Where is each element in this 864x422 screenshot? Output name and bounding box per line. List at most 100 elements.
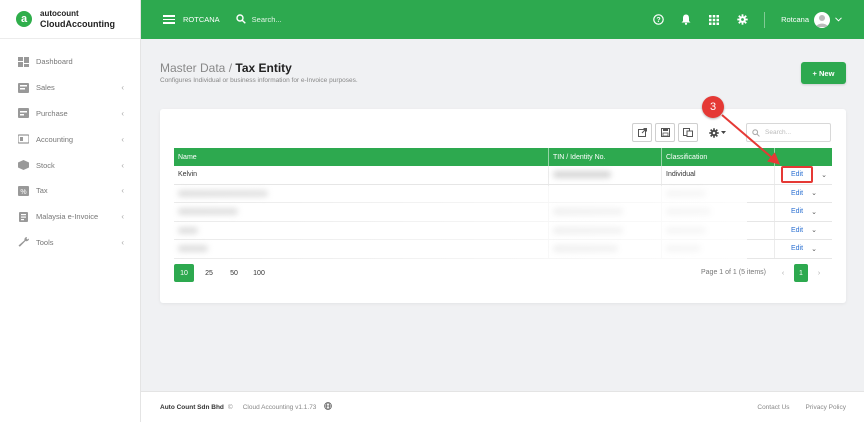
chevron-down-icon[interactable]: ⌄	[811, 245, 817, 253]
wrench-icon	[18, 237, 29, 248]
logo-badge: a	[16, 11, 32, 27]
chevron-down-icon[interactable]: ⌄	[811, 189, 817, 197]
page-size-option[interactable]: 100	[249, 264, 269, 282]
sidebar-item-accounting[interactable]: Accounting ‹	[0, 126, 140, 152]
columns-icon	[683, 128, 693, 137]
hamburger-menu-icon[interactable]	[163, 15, 175, 24]
purchase-icon	[18, 108, 29, 119]
chevron-left-icon: ‹	[121, 160, 124, 170]
sales-icon	[18, 82, 29, 93]
table-header: Name TIN / Identity No. Classification	[174, 148, 832, 166]
apps-grid-icon[interactable]	[708, 14, 720, 26]
accounting-icon	[18, 134, 29, 144]
sidebar-item-label: Dashboard	[36, 57, 73, 67]
sidebar-item-label: Malaysia e-Invoice	[36, 212, 99, 222]
column-header-classification[interactable]: Classification	[662, 148, 775, 166]
cell-name: Kelvin	[174, 166, 549, 184]
cell-name	[174, 240, 549, 258]
sidebar-item-label: Tools	[36, 237, 54, 247]
bell-icon[interactable]	[680, 14, 692, 26]
page-size-option[interactable]: 10	[174, 264, 194, 282]
footer-version: Cloud Accounting v1.1.73	[242, 403, 317, 411]
sidebar-nav: Dashboard Sales ‹ Purchase ‹ Accounting …	[0, 39, 140, 255]
next-page-icon[interactable]: ›	[813, 270, 825, 277]
header-search-input[interactable]	[251, 15, 452, 24]
table-search-input[interactable]	[765, 129, 825, 136]
pager: ‹ 1 ›	[777, 264, 825, 282]
table-row[interactable]: Edit ⌄	[174, 203, 832, 222]
chevron-left-icon: ‹	[121, 83, 124, 93]
contact-us-link[interactable]: Contact Us	[757, 404, 789, 411]
chevron-down-icon[interactable]: ⌄	[821, 171, 827, 179]
footer-company: Auto Count Sdn Bhd	[160, 403, 224, 411]
table-row[interactable]: Edit ⌄	[174, 184, 832, 203]
edit-button[interactable]: Edit	[791, 190, 803, 197]
cell-classification	[662, 240, 775, 258]
sidebar-item-label: Purchase	[36, 108, 68, 118]
table-search[interactable]	[746, 123, 831, 142]
cell-name	[174, 203, 549, 221]
settings-gear-icon[interactable]	[736, 14, 748, 26]
page-number[interactable]: 1	[794, 264, 808, 282]
sidebar-item-purchase[interactable]: Purchase ‹	[0, 101, 140, 127]
logo-top-text: autocount	[40, 9, 79, 18]
column-header-name[interactable]: Name	[174, 148, 549, 166]
page-title: Tax Entity	[235, 61, 292, 75]
page-size-option[interactable]: 25	[199, 264, 219, 282]
cell-tin	[549, 166, 662, 184]
chevron-down-icon[interactable]: ⌄	[811, 208, 817, 216]
chevron-down-icon	[835, 15, 842, 24]
table-row[interactable]: Edit ⌄	[174, 221, 832, 240]
help-icon[interactable]: ?	[652, 14, 664, 26]
cell-classification	[662, 203, 775, 221]
cell-actions: Edit ⌄	[775, 166, 832, 184]
search-icon[interactable]	[235, 13, 246, 26]
export-button[interactable]	[632, 123, 652, 142]
table-settings-button[interactable]	[704, 123, 730, 142]
user-name: Rotcana	[781, 15, 809, 24]
logo-bottom-text: CloudAccounting	[40, 19, 115, 29]
einvoice-icon	[18, 211, 29, 222]
page-subtitle: Configures Individual or business inform…	[160, 77, 358, 84]
column-chooser-button[interactable]	[678, 123, 698, 142]
chevron-down-icon[interactable]: ⌄	[811, 226, 817, 234]
new-button[interactable]: + New	[801, 62, 846, 84]
sidebar-item-label: Accounting	[36, 134, 74, 144]
chevron-left-icon: ‹	[121, 186, 124, 196]
app-logo[interactable]: a autocount CloudAccounting	[0, 0, 140, 39]
cell-classification	[662, 184, 775, 202]
page-size-option[interactable]: 50	[224, 264, 244, 282]
caret-down-icon	[720, 131, 726, 134]
save-layout-button[interactable]	[655, 123, 675, 142]
tax-entity-table: Name TIN / Identity No. Classification K…	[174, 148, 832, 259]
breadcrumb-parent[interactable]: Master Data	[160, 61, 225, 75]
cell-classification: Individual	[662, 166, 775, 184]
edit-button[interactable]: Edit	[791, 208, 803, 215]
user-menu[interactable]: Rotcana	[781, 11, 842, 28]
table-row[interactable]: Edit ⌄	[174, 240, 832, 259]
chevron-left-icon: ‹	[121, 237, 124, 247]
export-icon	[637, 128, 647, 137]
prev-page-icon[interactable]: ‹	[777, 270, 789, 277]
cell-tin	[549, 184, 662, 202]
dashboard-icon	[18, 56, 29, 67]
table-row[interactable]: Kelvin Individual Edit ⌄	[174, 166, 832, 185]
svg-text:?: ?	[656, 17, 660, 24]
sidebar-item-dashboard[interactable]: Dashboard	[0, 49, 140, 75]
sidebar-item-sales[interactable]: Sales ‹	[0, 75, 140, 101]
header-divider	[764, 11, 766, 28]
cell-actions: Edit ⌄	[775, 203, 832, 221]
sidebar-item-stock[interactable]: Stock ‹	[0, 152, 140, 178]
breadcrumb-separator: /	[225, 61, 236, 75]
globe-icon[interactable]	[324, 402, 333, 412]
sidebar-item-malaysia-einvoice[interactable]: Malaysia e-Invoice ‹	[0, 204, 140, 230]
column-header-tin[interactable]: TIN / Identity No.	[549, 148, 662, 166]
company-name[interactable]: ROTCANA	[183, 15, 220, 24]
privacy-policy-link[interactable]: Privacy Policy	[806, 404, 846, 411]
sidebar-item-tools[interactable]: Tools ‹	[0, 230, 140, 256]
edit-button[interactable]: Edit	[781, 166, 814, 184]
edit-button[interactable]: Edit	[791, 227, 803, 234]
sidebar-item-tax[interactable]: % Tax ‹	[0, 178, 140, 204]
edit-button[interactable]: Edit	[791, 245, 803, 252]
svg-text:%: %	[20, 189, 26, 196]
